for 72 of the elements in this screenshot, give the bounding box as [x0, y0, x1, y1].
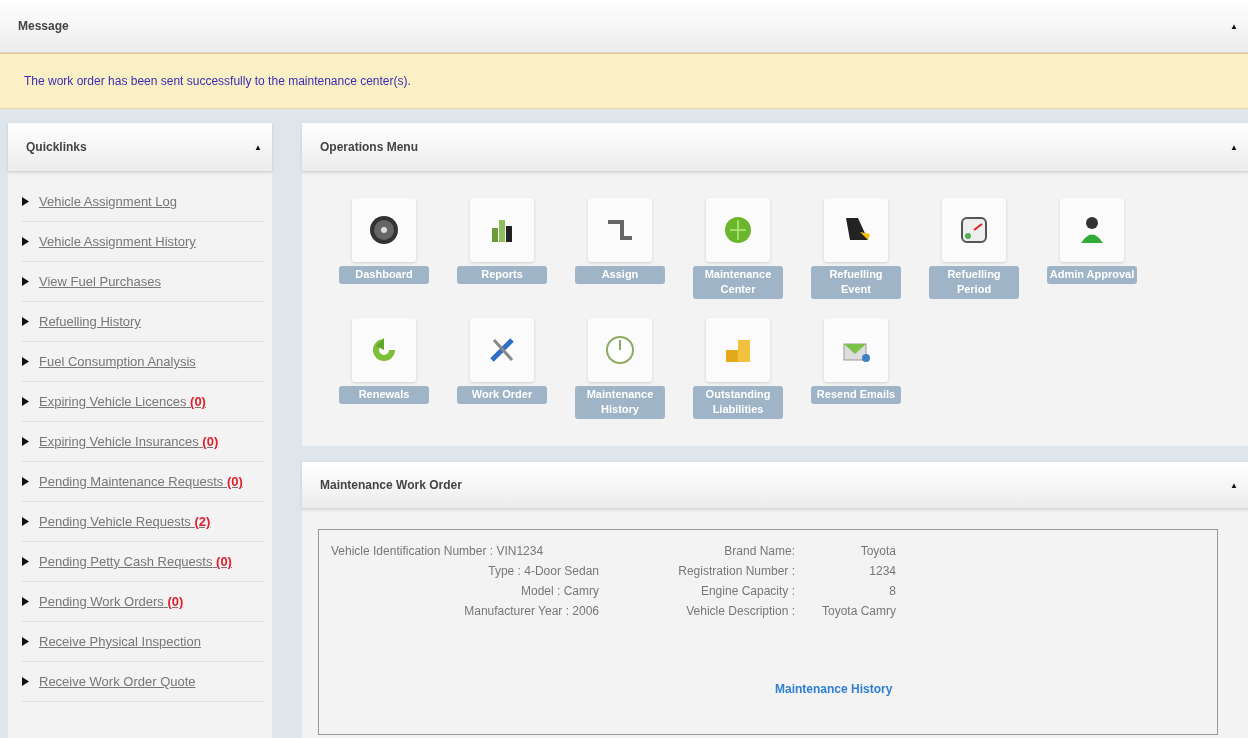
menu-tile-button[interactable]: Work Order: [457, 386, 547, 404]
quicklink[interactable]: Vehicle Assignment History: [39, 233, 196, 250]
menu-tile-button[interactable]: Resend Emails: [811, 386, 901, 404]
bullet-icon: [22, 597, 29, 606]
quicklink[interactable]: Pending Maintenance Requests (0): [39, 473, 243, 490]
bullet-icon: [22, 677, 29, 686]
quicklink[interactable]: Expiring Vehicle Insurances (0): [39, 433, 219, 450]
quicklink[interactable]: Receive Physical Inspection: [39, 633, 201, 650]
quicklink[interactable]: Refuelling History: [39, 313, 141, 330]
bullet-icon: [22, 477, 29, 486]
quicklink[interactable]: Pending Work Orders (0): [39, 593, 184, 610]
detail-text: Type : 4-Door Sedan: [487, 564, 599, 578]
menu-tile-button[interactable]: Maintenance Center: [693, 266, 783, 299]
tile-icon-box[interactable]: [588, 198, 652, 262]
collapse-button[interactable]: ▲: [1230, 142, 1238, 152]
quicklink[interactable]: Pending Petty Cash Requests (0): [39, 553, 232, 570]
bullet-icon: [22, 277, 29, 286]
detail-label: Vehicle Description :: [685, 604, 795, 618]
detail-value: Toyota Camry: [820, 604, 896, 618]
menu-tile-button[interactable]: Assign: [575, 266, 665, 284]
maintenance-history-link[interactable]: Maintenance History: [775, 682, 1217, 696]
bullet-icon: [22, 437, 29, 446]
bullet-icon: [22, 237, 29, 246]
collapse-button[interactable]: ▲: [1230, 21, 1238, 31]
tile-icon-box[interactable]: [706, 198, 770, 262]
bullet-icon: [22, 317, 29, 326]
menu-tile-button[interactable]: Admin Approval: [1047, 266, 1137, 284]
detail-label: Engine Capacity :: [699, 584, 795, 598]
menu-tile-button[interactable]: Renewals: [339, 386, 429, 404]
tile-icon-box[interactable]: [706, 318, 770, 382]
collapse-button[interactable]: ▲: [254, 142, 262, 152]
panel-title: Operations Menu: [320, 140, 418, 154]
detail-text: Manufacturer Year : 2006: [463, 604, 599, 618]
detail-label: Registration Number :: [677, 564, 795, 578]
menu-tile-button[interactable]: Reports: [457, 266, 547, 284]
bullet-icon: [22, 197, 29, 206]
menu-tile-button[interactable]: Maintenance History: [575, 386, 665, 419]
success-message: The work order has been sent successfully to the maintenance center(s).: [0, 53, 1248, 109]
panel-title: Maintenance Work Order: [320, 478, 462, 492]
tile-icon-box[interactable]: [352, 198, 416, 262]
bullet-icon: [22, 557, 29, 566]
quicklink[interactable]: Vehicle Assignment Log: [39, 193, 178, 210]
quicklink[interactable]: Fuel Consumption Analysis: [39, 353, 196, 370]
tile-icon-box[interactable]: [588, 318, 652, 382]
tile-icon-box[interactable]: [1060, 198, 1124, 262]
detail-label: Brand Name:: [723, 544, 795, 558]
tile-icon-box[interactable]: [470, 318, 534, 382]
quicklink[interactable]: View Fuel Purchases: [39, 273, 161, 290]
bullet-icon: [22, 637, 29, 646]
detail-value: 8: [888, 584, 896, 598]
bullet-icon: [22, 517, 29, 526]
menu-tile-button[interactable]: Dashboard: [339, 266, 429, 284]
tile-icon-box[interactable]: [824, 198, 888, 262]
quicklink[interactable]: Receive Work Order Quote: [39, 673, 196, 690]
menu-tile-button[interactable]: Refuelling Period: [929, 266, 1019, 299]
detail-text: Vehicle Identification Number : VIN1234: [330, 544, 545, 558]
detail-value: 1234: [868, 564, 896, 578]
detail-text: Model : Camry: [519, 584, 599, 598]
menu-tile-button[interactable]: Refuelling Event: [811, 266, 901, 299]
collapse-button[interactable]: ▲: [1230, 480, 1238, 490]
tile-icon-box[interactable]: [942, 198, 1006, 262]
quicklink[interactable]: Pending Vehicle Requests (2): [39, 513, 211, 530]
tile-icon-box[interactable]: [352, 318, 416, 382]
tile-icon-box[interactable]: [470, 198, 534, 262]
menu-tile-button[interactable]: Outstanding Liabilities: [693, 386, 783, 419]
quicklink[interactable]: Expiring Vehicle Licences (0): [39, 393, 206, 410]
bullet-icon: [22, 357, 29, 366]
detail-value: Toyota: [859, 544, 896, 558]
panel-title: Message: [18, 19, 69, 33]
tile-icon-box[interactable]: [824, 318, 888, 382]
panel-title: Quicklinks: [26, 140, 87, 154]
bullet-icon: [22, 397, 29, 406]
